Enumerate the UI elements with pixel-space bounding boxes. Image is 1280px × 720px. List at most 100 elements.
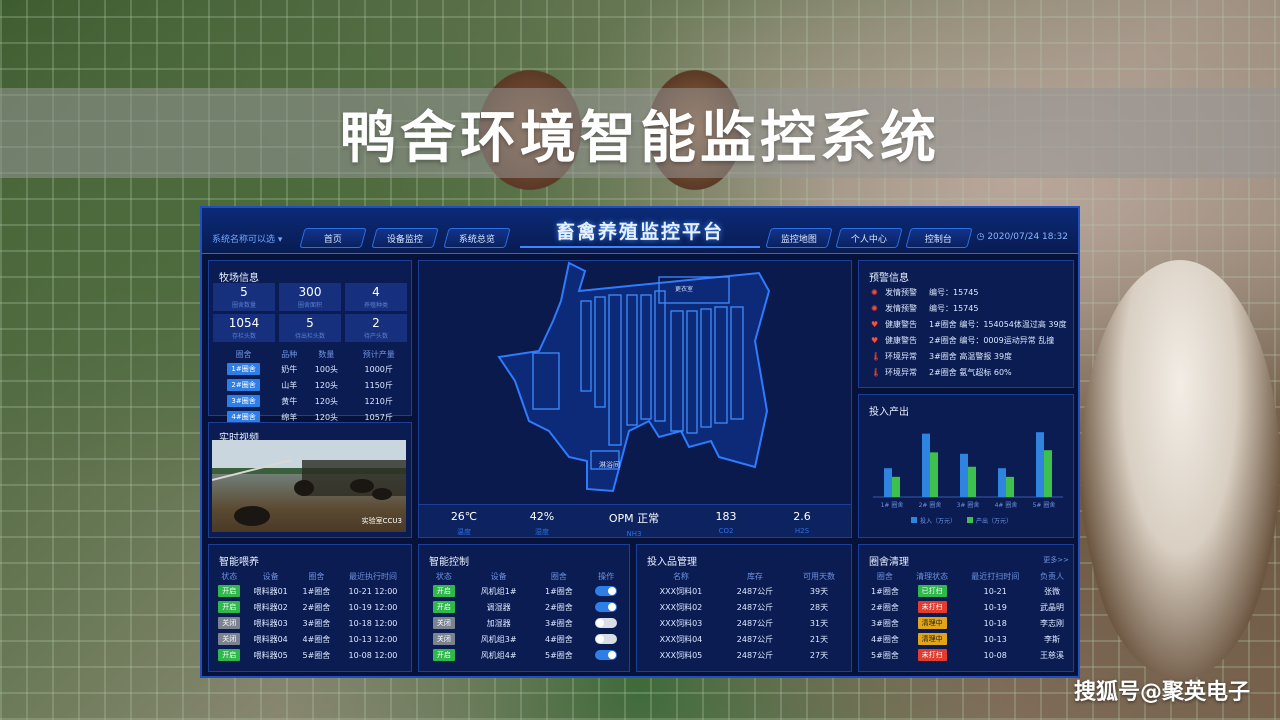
stat-card: 1054 存栏头数 [213,314,275,342]
status-badge[interactable]: 关闭 [218,617,241,629]
input-output-chart-panel: 投入产出 1# 圈舍 2# 圈舍 3# 圈舍 4# 圈舍 5# 圈舍 投入（万元） 产出（万… [858,394,1074,538]
heart-icon: ♥ [871,336,879,345]
status-badge[interactable]: 关闭 [218,633,241,645]
device-toggle[interactable] [595,602,618,612]
alerts-panel: 预警信息 ✺ 发情预警 编号：15745 ✺ 发情预警 编号：15745 ♥ 健康警告 1#圈舍… [858,260,1074,388]
pen-tag: 2#圈舍 [227,379,260,391]
table-cell: 喂料器05 [253,650,288,660]
table-cell: 27天 [809,650,829,660]
nav-console[interactable]: 控制台 [905,228,973,248]
table-cell: 李斯 [1044,634,1061,644]
table-cell: 10-08 12:00 [348,650,398,660]
table-row: 3#圈舍 清理中 10-18 李志刚 [863,615,1071,631]
env-humidity: 42% 湿度 [529,510,555,536]
table-cell: 120头 [314,396,339,406]
table-row: XXX饲料03 2487公斤 31天 [641,615,849,631]
alarm-icon: ✺ [871,288,878,297]
table-cell: 3#圈舍 [302,618,331,628]
env-temperature: 26℃ 温度 [450,510,478,536]
alerts-title: 预警信息 [869,273,909,284]
table-cell: XXX饲料04 [659,634,703,644]
alert-item[interactable]: ♥ 健康警告 1#圈舍 编号：154054体温过高 39度 [871,319,1067,330]
stat-card: 5 待出栏头数 [279,314,341,342]
control-title: 智能控制 [429,557,469,568]
status-badge: 开启 [432,585,455,597]
table-cell: 喂料器02 [253,602,288,612]
bar-output[interactable] [892,476,900,497]
nav-system-overview[interactable]: 系统总览 [443,228,511,248]
device-toggle[interactable] [595,650,618,660]
alert-item[interactable]: ✺ 发情预警 编号：15745 [871,303,978,314]
table-cell: 风机组3# [480,634,517,644]
alert-type: 环境异常 [885,352,917,361]
nav-personal-center[interactable]: 个人中心 [835,228,903,248]
cleaning-more-link[interactable]: 更多>> [1043,555,1069,565]
table-cell: 28天 [809,602,829,612]
status-badge[interactable]: 开启 [218,585,241,597]
env-h2s: 2.6 H2S [793,510,811,535]
bar-input[interactable] [1036,432,1044,497]
table-row: 2#圈舍 未打扫 10-19 武晶明 [863,599,1071,615]
table-row: 开启 调湿器 2#圈舍 [423,599,627,615]
alert-item[interactable]: ♥ 健康警告 2#圈舍 编号：0009运动异常 乱撞 [871,335,1054,346]
table-cell: XXX饲料03 [659,618,703,628]
table-cell: 黄牛 [281,396,298,406]
table-cell: 4#圈舍 [545,634,573,644]
stat-card: 4 养殖种类 [345,283,407,311]
alarm-icon: ✺ [871,304,878,313]
heart-icon: ♥ [871,320,879,329]
table-cell: 未打扫 [907,599,958,615]
alert-item[interactable]: 🌡︎ 环境异常 2#圈舍 氨气超标 60% [871,367,1012,378]
table-header: 圈舍 品种 数量 预计产量 [235,349,395,359]
table-cell: XXX饲料01 [659,586,703,596]
table-cell: 开启 [213,599,245,615]
table-cell: 10-19 12:00 [348,602,398,612]
bar-output[interactable] [930,452,938,497]
platform-title: 畜禽养殖监控平台 [520,214,760,248]
video-caption: 实验室CCU3 [361,517,402,525]
inputs-panel: 投入品管理 名称 库存 可用天数 XXX饲料01 2487公斤 39天 XXX饲料02 24… [636,544,852,672]
nav-monitor-map[interactable]: 监控地图 [765,228,833,248]
nav-home[interactable]: 首页 [299,228,367,248]
thermometer-icon: 🌡︎ [871,352,882,361]
status-badge: 清理中 [917,617,947,629]
bar-output[interactable] [1044,450,1052,497]
alert-text: 3#圈舍 高温警报 39度 [929,352,1013,361]
table-cell: 10-13 12:00 [348,634,398,644]
env-co2: 183 CO2 [715,510,737,535]
bar-input[interactable] [960,453,968,497]
table-cell: 5#圈舍 [871,650,899,660]
table-cell: 李志刚 [1040,618,1065,628]
alert-item[interactable]: ✺ 发情预警 编号：15745 [871,287,978,298]
live-video-feed[interactable]: 实验室CCU3 [212,440,406,532]
clock-icon: ◷ [976,232,988,242]
legend-label: 投入（万元） [920,517,956,525]
alert-item[interactable]: 🌡︎ 环境异常 3#圈舍 高温警报 39度 [871,351,1012,362]
alert-type: 发情预警 [885,304,917,313]
system-select[interactable]: 系统名称可以选 ▾ [212,232,282,245]
bar-input[interactable] [884,468,892,497]
device-toggle[interactable] [595,618,618,628]
bar-output[interactable] [1006,476,1014,497]
table-cell: 张微 [1044,586,1061,596]
farm-info-title: 牧场信息 [219,273,259,284]
stat-card: 5 圈舍数量 [213,283,275,311]
x-tick-label: 3# 圈舍 [957,501,980,509]
device-toggle[interactable] [595,586,618,596]
farm-info-panel: 牧场信息 5 圈舍数量 300 圈舍面积 4 养殖种类 1054 存栏头数 5 待出栏头数… [208,260,412,423]
status-badge: 未打扫 [917,601,947,613]
chart-title: 投入产出 [869,407,909,418]
status-badge[interactable]: 开启 [218,601,241,613]
table-row: XXX饲料01 2487公斤 39天 [641,583,849,599]
bar-input[interactable] [922,433,930,497]
status-badge[interactable]: 开启 [218,649,241,661]
table-cell: 10-19 [983,602,1007,612]
bar-input[interactable] [998,468,1006,497]
device-toggle[interactable] [595,634,618,644]
headline: 鸭舍环境智能监控系统 [340,105,940,171]
nav-device-monitor[interactable]: 设备监控 [371,228,439,248]
table-cell: 开启 [423,583,465,599]
thermometer-icon: 🌡︎ [871,368,882,377]
bar-output[interactable] [968,466,976,497]
farm-table: 圈舍 品种 数量 预计产量 1#圈舍 奶牛 100头 1000斤 2#圈舍 山羊 120头 1150… [213,347,409,425]
